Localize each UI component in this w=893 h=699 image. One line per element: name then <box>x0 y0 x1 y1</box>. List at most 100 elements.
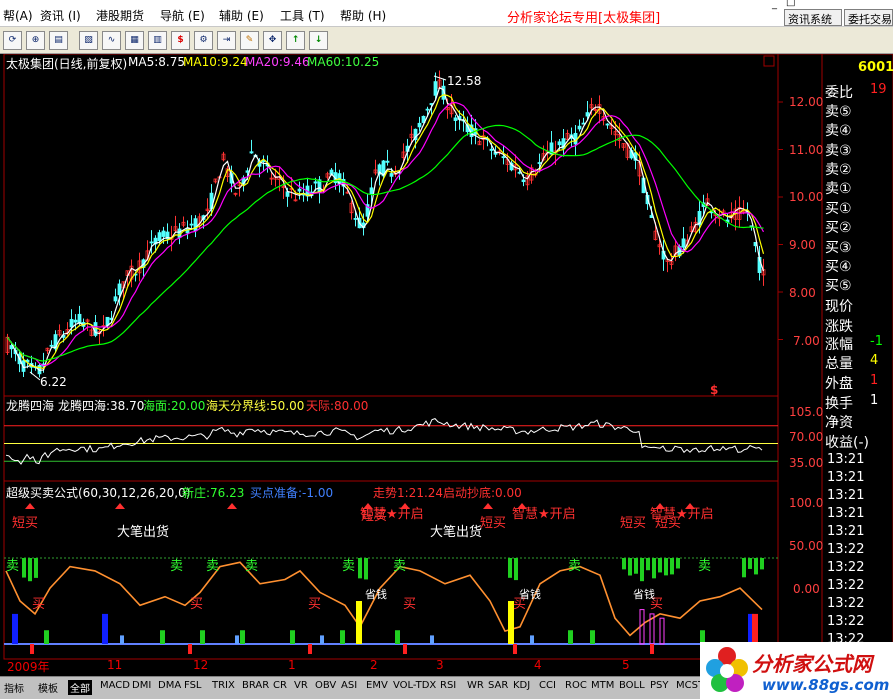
ind2-xinzhuang: 新庄:76.23 <box>182 486 245 500</box>
indicator-tab[interactable]: KDJ <box>513 680 530 691</box>
export-icon[interactable]: ⇥ <box>217 31 236 50</box>
quote-row-value: 4 <box>870 353 879 368</box>
panel-close-icon[interactable] <box>763 55 775 67</box>
ma60-legend: MA60:10.25 <box>307 55 380 69</box>
indicator-tab[interactable]: BRAR <box>242 680 269 691</box>
stock-app-window: { "menubar":{ "items":["帮(A)","资讯 (I)","… <box>0 0 893 699</box>
f10-icon[interactable]: ▤ <box>49 31 68 50</box>
top-green-bar <box>364 558 368 580</box>
menu-item-navigate[interactable]: 导航 (E) <box>160 7 205 24</box>
sell-bar <box>240 630 245 644</box>
indicator-tab[interactable]: FSL <box>184 680 202 691</box>
signal-save-money: 省钱 <box>633 588 655 601</box>
candle-body <box>113 296 118 302</box>
candle-body <box>285 191 290 197</box>
y-tick: 9.00 <box>789 238 816 252</box>
indicator-tab[interactable]: ASI <box>341 680 357 691</box>
indicator-tab[interactable]: WR <box>467 680 484 691</box>
menu-item-assist[interactable]: 辅助 (E) <box>219 7 264 24</box>
indicator-tab[interactable]: VR <box>294 680 308 691</box>
buy-marker <box>513 644 517 654</box>
buy-marker <box>30 644 34 654</box>
quote-row-label: 委比 <box>825 85 853 101</box>
indicator-tab[interactable]: RSI <box>440 680 456 691</box>
ind2-trend: 走势1:21.24 <box>373 486 444 500</box>
info-system-button[interactable]: 资讯系统 <box>784 9 842 26</box>
rsi-icon[interactable]: ∿ <box>102 31 121 50</box>
tool-icon[interactable]: ⚙ <box>194 31 213 50</box>
maximize-icon[interactable]: □ <box>786 0 795 8</box>
ma5-line <box>7 86 765 371</box>
signal-buy: 买 <box>190 597 204 612</box>
refresh-icon[interactable]: ⟳ <box>3 31 22 50</box>
x-tick: 11 <box>107 658 123 672</box>
move-icon[interactable]: ✥ <box>263 31 282 50</box>
candle-body <box>537 162 542 164</box>
menu-item-help[interactable]: 帮助 (H) <box>340 7 386 24</box>
flower-logo-icon <box>706 647 748 692</box>
x-tick: 2 <box>370 658 378 672</box>
top-green-bar <box>748 558 752 569</box>
indicator-tab[interactable]: ROC <box>565 680 587 691</box>
quote-row-value: 1 <box>870 373 879 388</box>
indicator-tab[interactable]: MACD <box>100 680 130 691</box>
ma10-legend: MA10:9.24 <box>183 55 248 69</box>
quote-row-label: 卖③ <box>825 143 852 159</box>
zoom-icon[interactable]: ⊕ <box>26 31 45 50</box>
menu-item[interactable]: 帮(A) <box>3 7 33 24</box>
pen-icon[interactable]: ✎ <box>240 31 259 50</box>
ind1-boundary: 海天分界线:50.00 <box>206 399 305 413</box>
sell-bar <box>160 630 165 644</box>
top-green-bar <box>508 558 512 578</box>
indicator-tab[interactable]: CR <box>273 680 287 691</box>
ma20-legend: MA20:9.46 <box>245 55 310 69</box>
top-arrow <box>227 503 237 509</box>
quote-row-label: 涨跌 <box>825 319 853 335</box>
signal-buy: 买 <box>32 597 46 612</box>
signal-big-sell: 大笔出货 <box>117 525 170 540</box>
candle-body <box>425 108 430 111</box>
doc-icon[interactable]: ▥ <box>148 31 167 50</box>
signal-sell: 卖 <box>170 559 184 574</box>
quote-row-label: 外盘 <box>825 376 853 392</box>
indicator-tab[interactable]: CCI <box>539 680 556 691</box>
candle-body <box>161 230 166 237</box>
money-icon[interactable]: $ <box>171 31 190 50</box>
menu-item-tools[interactable]: 工具 (T) <box>280 7 325 24</box>
indicator-tab[interactable]: DMI <box>132 680 151 691</box>
commission-button[interactable]: 委托交易 <box>844 9 893 26</box>
indicator-tab[interactable]: 模板 <box>38 680 58 695</box>
quote-row-label: 买② <box>825 220 852 236</box>
down-arrow-icon[interactable]: ↓ <box>309 31 328 50</box>
minimize-icon[interactable]: _ <box>772 0 777 10</box>
indicator-tab[interactable]: TRIX <box>212 680 235 691</box>
quote-row-label: 卖④ <box>825 123 852 139</box>
quote-row-label: 买④ <box>825 259 852 275</box>
indicator-tab[interactable]: 指标 <box>4 680 24 695</box>
candle-body <box>453 117 458 121</box>
indicator-tab[interactable]: SAR <box>488 680 508 691</box>
menu-item-news[interactable]: 资讯 (I) <box>40 7 81 24</box>
indicator-tab[interactable]: 全部 <box>68 680 92 695</box>
indicator-tab[interactable]: DMA <box>158 680 181 691</box>
tick-time: 13:21 <box>827 524 865 539</box>
indicator-tab[interactable]: BOLL <box>619 680 645 691</box>
candle-body <box>313 181 318 184</box>
chart-area[interactable] <box>0 54 893 699</box>
up-arrow-icon[interactable]: ↑ <box>286 31 305 50</box>
indicator-tab[interactable]: VOL-TDX <box>393 680 436 691</box>
small-bar <box>530 635 534 644</box>
ind2-y-tick: 50.00 <box>789 539 824 553</box>
signal-buy: 买 <box>403 597 417 612</box>
indicator-tab[interactable]: EMV <box>366 680 388 691</box>
indicator-tab[interactable]: PSY <box>650 680 669 691</box>
signal-sell: 卖 <box>393 559 407 574</box>
quote-row-label: 现价 <box>825 299 853 315</box>
indicator-tab[interactable]: OBV <box>315 680 336 691</box>
menu-item-hk-futures[interactable]: 港股期货 <box>96 7 144 24</box>
chart-icon[interactable]: ▧ <box>79 31 98 50</box>
indicator-tab[interactable]: MTM <box>591 680 614 691</box>
ind1-y-tick: 70.00 <box>789 430 824 444</box>
stats-icon[interactable]: ▦ <box>125 31 144 50</box>
buy-marker <box>188 644 192 654</box>
